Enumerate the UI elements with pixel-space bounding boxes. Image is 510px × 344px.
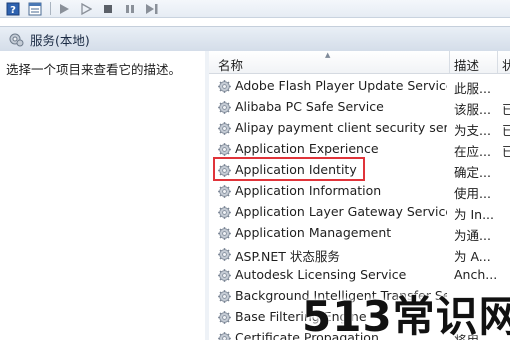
service-name: Application Experience	[235, 141, 379, 156]
service-name: Application Management	[235, 225, 392, 240]
service-gear-icon	[217, 226, 232, 241]
service-gear-icon	[217, 142, 232, 157]
toolbar: ?	[0, 0, 510, 18]
service-name: Alibaba PC Safe Service	[235, 99, 384, 114]
service-description: 为 A...	[454, 249, 491, 264]
service-row[interactable]: Application Identity 确定...	[209, 160, 510, 181]
service-gear-icon	[217, 331, 232, 340]
column-header: ▲ 名称 描述 状	[209, 51, 510, 74]
column-status[interactable]: 状	[502, 55, 510, 74]
service-name: Application Identity	[235, 162, 357, 177]
service-row[interactable]: ASP.NET 状态服务 为 A...	[209, 244, 510, 265]
play-icon[interactable]	[55, 1, 73, 16]
service-description: 该服...	[454, 102, 491, 117]
left-pane: 选择一个项目来查看它的描述。	[0, 51, 205, 340]
service-description: 此服...	[454, 81, 491, 96]
service-gear-icon	[217, 289, 232, 304]
service-description: Anch...	[454, 267, 498, 282]
service-gear-icon	[217, 205, 232, 220]
service-name: Adobe Flash Player Update Service	[235, 78, 447, 93]
service-row[interactable]: Adobe Flash Player Update Service 此服...	[209, 76, 510, 97]
service-gear-icon	[217, 268, 232, 283]
service-name: ASP.NET 状态服务	[235, 249, 340, 264]
service-description: 为 In...	[454, 207, 495, 222]
service-row[interactable]: Application Layer Gateway Service 为 In...	[209, 202, 510, 223]
service-description: 确定...	[454, 165, 491, 180]
service-description: 在应...	[454, 144, 491, 159]
service-row[interactable]: Application Management 为通...	[209, 223, 510, 244]
service-name: Application Layer Gateway Service	[235, 204, 447, 219]
help-icon[interactable]: ?	[4, 1, 22, 16]
column-divider[interactable]	[449, 51, 450, 73]
service-gear-icon	[217, 100, 232, 115]
service-status: 已	[502, 123, 510, 138]
column-description[interactable]: 描述	[454, 55, 479, 74]
service-status: 已	[502, 102, 510, 117]
service-row[interactable]: Application Experience 在应... 已	[209, 139, 510, 160]
service-gear-icon	[217, 79, 232, 94]
toolbar-separator	[50, 2, 51, 15]
header-title: 服务(本地)	[30, 32, 90, 48]
service-gear-icon	[217, 310, 232, 325]
pause-icon[interactable]	[121, 1, 139, 16]
service-row[interactable]: Application Information 使用...	[209, 181, 510, 202]
restart-icon[interactable]	[143, 1, 161, 16]
service-gear-icon	[217, 163, 232, 178]
column-name[interactable]: 名称	[218, 55, 243, 74]
service-row[interactable]: Alipay payment client security servi... 为…	[209, 118, 510, 139]
description-prompt: 选择一个项目来查看它的描述。	[6, 62, 182, 77]
service-description: 为支...	[454, 123, 491, 138]
service-description: 为通...	[454, 228, 491, 243]
service-description: 使用...	[454, 186, 491, 201]
watermark: 513常识网	[302, 292, 510, 341]
properties-icon[interactable]	[26, 1, 44, 16]
service-status: 已	[502, 144, 510, 159]
services-header: 服务(本地)	[0, 26, 510, 52]
service-gear-icon	[217, 247, 232, 262]
service-gear-icon	[217, 184, 232, 199]
sort-ascending-icon: ▲	[325, 51, 331, 59]
service-name: Application Information	[235, 183, 382, 198]
service-row[interactable]: Alibaba PC Safe Service 该服... 已	[209, 97, 510, 118]
column-divider[interactable]	[497, 51, 498, 73]
services-icon	[8, 31, 24, 47]
service-name: Alipay payment client security servi...	[235, 120, 447, 135]
play-alt-icon[interactable]	[77, 1, 95, 16]
service-name: Autodesk Licensing Service	[235, 267, 407, 282]
svg-text:?: ?	[10, 5, 16, 16]
stop-icon[interactable]	[99, 1, 117, 16]
service-gear-icon	[217, 121, 232, 136]
